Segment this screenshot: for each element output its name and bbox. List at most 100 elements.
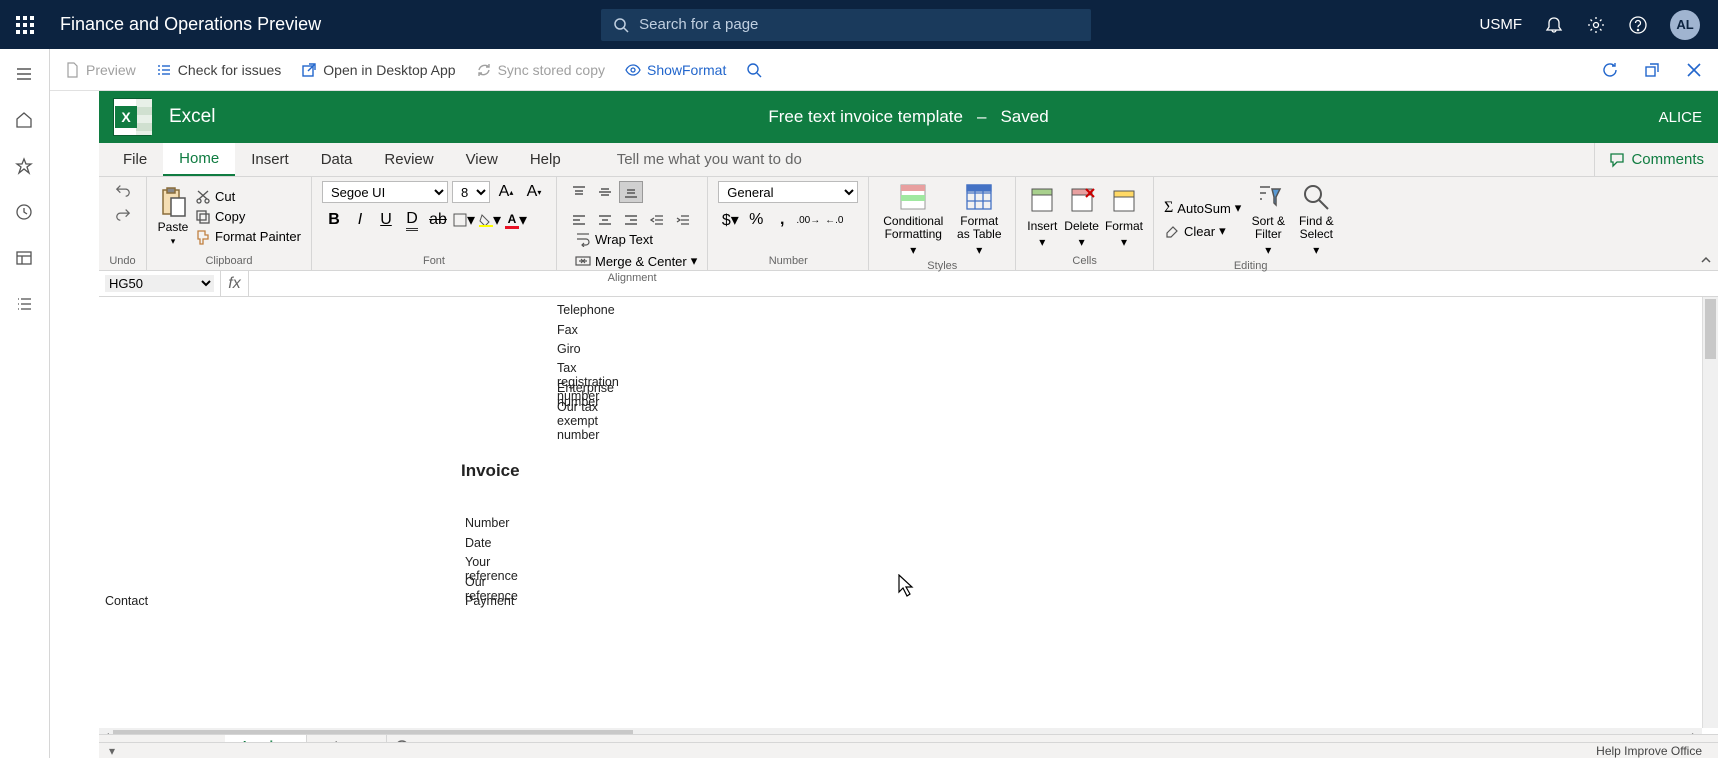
tab-help[interactable]: Help xyxy=(514,143,577,176)
conditional-formatting-button[interactable]: Conditional Formatting▾ xyxy=(879,181,947,257)
left-nav-rail xyxy=(0,49,50,758)
close-icon[interactable] xyxy=(1684,60,1704,80)
cell[interactable]: Date xyxy=(465,536,491,550)
invoice-heading[interactable]: Invoice xyxy=(461,461,520,481)
bell-icon[interactable] xyxy=(1544,15,1564,35)
align-bottom-icon[interactable] xyxy=(619,181,643,203)
wrap-text-button[interactable]: Wrap Text xyxy=(575,231,697,247)
align-right-icon[interactable] xyxy=(619,209,643,231)
merge-center-button[interactable]: Merge & Center ▾ xyxy=(575,253,697,269)
cell[interactable]: Fax xyxy=(557,323,578,337)
find-select-button[interactable]: Find & Select▾ xyxy=(1295,181,1337,257)
tab-view[interactable]: View xyxy=(450,143,514,176)
name-box[interactable]: HG50 xyxy=(99,271,221,296)
clear-button[interactable]: Clear▾ xyxy=(1164,223,1241,239)
tab-insert[interactable]: Insert xyxy=(235,143,305,176)
home-icon[interactable] xyxy=(15,111,35,131)
scrollbar-thumb[interactable] xyxy=(1705,299,1716,359)
tab-data[interactable]: Data xyxy=(305,143,369,176)
align-left-icon[interactable] xyxy=(567,209,591,231)
spreadsheet-grid[interactable]: Telephone Fax Giro Tax registration numb… xyxy=(99,297,1718,758)
font-grow-icon[interactable]: A▴ xyxy=(494,181,518,203)
tab-review[interactable]: Review xyxy=(368,143,449,176)
app-launcher-icon[interactable] xyxy=(0,16,50,34)
sync-action[interactable]: Sync stored copy xyxy=(476,62,605,78)
paste-button[interactable]: Paste▾ xyxy=(157,186,189,247)
font-name-select[interactable]: Segoe UI xyxy=(322,181,448,203)
global-search[interactable]: Search for a page xyxy=(601,9,1091,41)
cell[interactable]: Giro xyxy=(557,342,581,356)
preview-action[interactable]: Preview xyxy=(64,62,136,78)
font-shrink-icon[interactable]: A▾ xyxy=(522,181,546,203)
undo-icon[interactable] xyxy=(115,181,131,197)
decimal-decrease-icon[interactable]: ←.0 xyxy=(822,209,846,231)
show-format-action[interactable]: ShowFormat xyxy=(625,62,726,78)
delete-cells-button[interactable]: Delete▾ xyxy=(1064,185,1099,249)
avatar[interactable]: AL xyxy=(1670,10,1700,40)
format-as-table-button[interactable]: Format as Table▾ xyxy=(953,181,1005,257)
tell-me-search[interactable]: Tell me what you want to do xyxy=(617,143,802,176)
font-size-select[interactable]: 8 xyxy=(452,181,490,203)
open-desktop-action[interactable]: Open in Desktop App xyxy=(301,62,455,78)
copy-button[interactable]: Copy xyxy=(195,209,301,225)
cut-icon xyxy=(195,189,211,205)
help-improve-link[interactable]: Help Improve Office xyxy=(1596,744,1702,758)
recent-icon[interactable] xyxy=(15,203,35,223)
fx-icon[interactable]: fx xyxy=(221,271,249,296)
font-color-button[interactable]: A▾ xyxy=(504,209,528,231)
search-action[interactable] xyxy=(746,62,762,78)
modules-icon[interactable] xyxy=(15,295,35,315)
cell[interactable]: Number xyxy=(465,516,509,530)
comma-icon[interactable]: , xyxy=(770,209,794,231)
bold-button[interactable]: B xyxy=(322,209,346,231)
refresh-icon[interactable] xyxy=(1600,60,1620,80)
workspace-icon[interactable] xyxy=(15,249,35,269)
cell[interactable]: Our tax exempt number xyxy=(557,400,599,442)
italic-button[interactable]: I xyxy=(348,209,372,231)
group-alignment: Alignment xyxy=(567,269,697,287)
insert-cells-button[interactable]: Insert▾ xyxy=(1026,185,1058,249)
company-code[interactable]: USMF xyxy=(1480,16,1523,33)
gear-icon[interactable] xyxy=(1586,15,1606,35)
group-undo: Undo xyxy=(109,252,136,270)
vertical-scrollbar[interactable] xyxy=(1702,297,1718,728)
star-icon[interactable] xyxy=(15,157,35,177)
copy-icon xyxy=(195,209,211,225)
align-center-icon[interactable] xyxy=(593,209,617,231)
excel-app-name: Excel xyxy=(169,106,215,128)
percent-icon[interactable]: % xyxy=(744,209,768,231)
cut-button[interactable]: Cut xyxy=(195,189,301,205)
cell[interactable]: Telephone xyxy=(557,303,615,317)
cell[interactable]: Contact xyxy=(105,594,148,608)
check-issues-action[interactable]: Check for issues xyxy=(156,62,281,78)
align-top-icon[interactable] xyxy=(567,181,591,203)
number-format-select[interactable]: General xyxy=(718,181,858,203)
popout-icon[interactable] xyxy=(1642,60,1662,80)
tab-home[interactable]: Home xyxy=(163,143,235,176)
status-dropdown-icon[interactable]: ▾ xyxy=(109,744,115,758)
indent-decrease-icon[interactable] xyxy=(645,209,669,231)
autosum-button[interactable]: ΣAutoSum▾ xyxy=(1164,199,1241,217)
comments-button[interactable]: Comments xyxy=(1594,143,1718,176)
sort-filter-button[interactable]: Sort & Filter▾ xyxy=(1247,181,1289,257)
fill-color-button[interactable]: ▾ xyxy=(478,209,502,231)
group-font: Font xyxy=(322,252,546,270)
group-editing: Editing xyxy=(1164,257,1337,275)
currency-icon[interactable]: $▾ xyxy=(718,209,742,231)
double-underline-button[interactable]: D xyxy=(400,209,424,231)
strikethrough-button[interactable]: ab xyxy=(426,209,450,231)
border-button[interactable]: ▾ xyxy=(452,209,476,231)
decimal-increase-icon[interactable]: .00→ xyxy=(796,209,820,231)
collapse-ribbon-icon[interactable] xyxy=(1700,254,1712,266)
tab-file[interactable]: File xyxy=(107,143,163,176)
document-title[interactable]: Free text invoice template – Saved xyxy=(768,107,1048,127)
help-icon[interactable] xyxy=(1628,15,1648,35)
hamburger-icon[interactable] xyxy=(15,65,35,85)
redo-icon[interactable] xyxy=(115,205,131,221)
format-cells-button[interactable]: Format▾ xyxy=(1105,185,1143,249)
cell[interactable]: Payment xyxy=(465,594,514,608)
format-painter-button[interactable]: Format Painter xyxy=(195,229,301,245)
align-middle-icon[interactable] xyxy=(593,181,617,203)
indent-increase-icon[interactable] xyxy=(671,209,695,231)
underline-button[interactable]: U xyxy=(374,209,398,231)
